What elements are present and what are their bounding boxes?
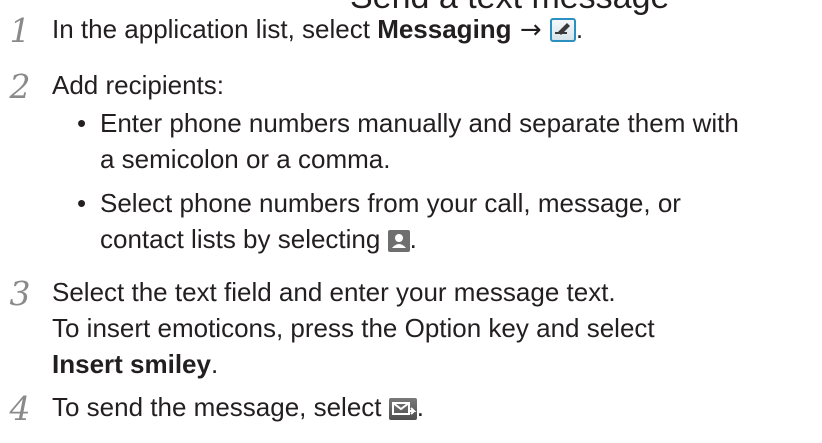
step-text: To send the message, select .: [52, 388, 424, 426]
arrow-glyph: →: [511, 15, 550, 45]
step-text-post: .: [575, 14, 584, 44]
bullet-2-line-2: contact lists by selecting .: [100, 220, 417, 258]
step-number: 1: [9, 11, 31, 50]
bullet-dot: •: [77, 188, 87, 218]
step-number: 3: [9, 274, 31, 313]
step-number: 4: [9, 389, 31, 428]
step-text-post: .: [416, 392, 424, 422]
bullet-2-line-2-post: .: [409, 224, 417, 254]
step-number: 2: [9, 67, 31, 106]
step-text-line-1: Select the text field and enter your mes…: [52, 277, 616, 307]
compose-icon: [549, 18, 576, 42]
step-text-pre: To send the message, select: [52, 392, 389, 422]
bullet-2-line-2-pre: contact lists by selecting: [100, 224, 388, 254]
step-text-line-3: Insert smiley.: [52, 345, 218, 383]
menu-label-insert-smiley: Insert smiley: [52, 349, 211, 379]
step-text: Add recipients:: [52, 70, 224, 100]
send-icon: [388, 398, 417, 420]
menu-label-messaging: Messaging: [377, 14, 512, 44]
bullet-2-line-1: Select phone numbers from your call, mes…: [100, 188, 681, 218]
step-text-line-2: To insert emoticons, press the Option ke…: [52, 313, 655, 343]
step-text-post: .: [210, 349, 219, 379]
contact-icon: [387, 230, 410, 252]
bullet-1-line-2: a semicolon or a comma.: [100, 144, 391, 174]
bullet-dot: •: [77, 108, 87, 138]
step-text: In the application list, select Messagin…: [52, 10, 583, 49]
step-text-pre: In the application list, select: [52, 14, 378, 44]
bullet-1-line-1: Enter phone numbers manually and separat…: [100, 108, 739, 138]
